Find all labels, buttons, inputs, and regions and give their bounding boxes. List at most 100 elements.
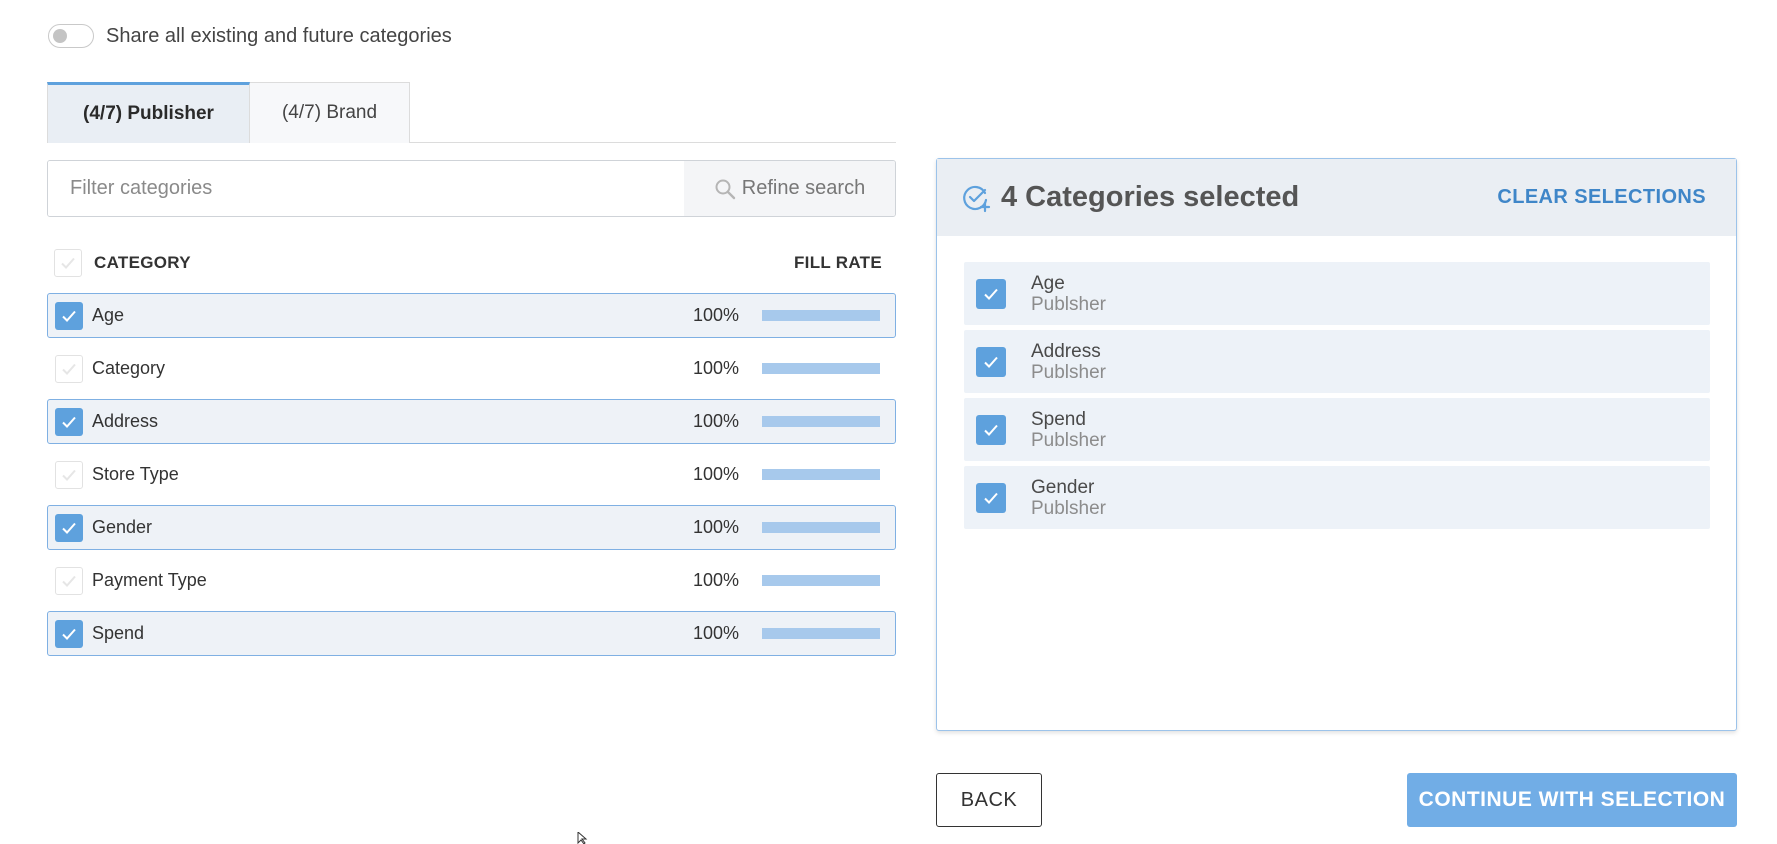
row-fill-rate: 100% [692,570,739,590]
row-checkbox[interactable] [55,354,83,383]
selection-count-title: 4 Categories selected [1001,181,1300,213]
check-icon [984,356,998,368]
fill-rate-bar-fill [762,575,880,586]
selected-item-source: Publsher [1031,293,1106,315]
category-table-body: Age 100% Category 100% Address 100% Store Type… [47,293,896,664]
fill-rate-bar-fill [762,469,880,480]
table-row[interactable]: Store Type 100% [47,452,896,497]
selected-item-name: Gender [1031,476,1095,498]
refine-search-label: Refine search [741,177,866,199]
check-icon [62,363,76,375]
check-icon [984,424,998,436]
row-checkbox[interactable] [55,301,83,330]
row-fill-rate: 100% [692,411,739,431]
selected-category-item[interactable]: Spend Publsher [964,398,1710,461]
row-category-label: Address [92,411,159,431]
toggle-knob [53,29,67,43]
tab-publisher[interactable]: (4/7) Publisher [47,82,250,143]
fill-rate-bar [762,363,880,374]
check-icon [62,416,76,428]
fill-rate-bar-fill [762,628,880,639]
back-button[interactable]: BACK [936,773,1042,827]
check-icon [62,522,76,534]
selected-item-source: Publsher [1031,497,1106,519]
check-circle-plus-icon [963,185,991,212]
selection-panel-header: 4 Categories selected CLEAR SELECTIONS [937,159,1736,236]
fill-rate-bar-fill [762,310,880,321]
row-category-label: Payment Type [92,570,207,590]
check-icon [62,310,76,322]
share-categories-row: Share all existing and future categories [48,24,452,48]
row-category-label: Store Type [92,464,179,484]
table-row[interactable]: Payment Type 100% [47,558,896,603]
row-checkbox[interactable] [55,407,83,436]
share-categories-label: Share all existing and future categories [106,24,452,47]
fill-rate-bar-fill [762,416,880,427]
fill-rate-bar [762,522,880,533]
selected-category-item[interactable]: Age Publsher [964,262,1710,325]
selected-item-text: Address Publsher [1031,341,1106,383]
fill-rate-bar [762,310,880,321]
selected-item-text: Age Publsher [1031,273,1106,315]
row-checkbox[interactable] [55,460,83,489]
filter-categories-input[interactable] [48,161,684,216]
tab-brand[interactable]: (4/7) Brand [250,82,410,143]
fill-rate-bar [762,575,880,586]
check-icon [62,469,76,481]
clear-selections-button[interactable]: CLEAR SELECTIONS [1497,186,1706,209]
selected-category-item[interactable]: Gender Publsher [964,466,1710,529]
selected-item-checkbox[interactable] [976,346,1006,377]
row-fill-rate: 100% [692,464,739,484]
row-category-label: Age [92,305,125,325]
fill-rate-bar [762,469,880,480]
category-table-header: CATEGORY FILL RATE [47,246,896,280]
selected-item-name: Address [1031,340,1101,362]
mouse-cursor-icon [577,832,588,844]
row-category-label: Gender [92,517,153,537]
table-row[interactable]: Age 100% [47,293,896,338]
fill-rate-bar-fill [762,363,880,374]
search-icon [715,179,735,199]
check-icon [62,575,76,587]
fill-rate-bar [762,628,880,639]
table-row[interactable]: Spend 100% [47,611,896,656]
check-icon [62,628,76,640]
selected-category-item[interactable]: Address Publsher [964,330,1710,393]
check-icon [61,257,75,269]
selected-categories-list: Age Publsher Address Publsher Spend Publsher G… [937,236,1736,529]
continue-with-selection-button[interactable]: CONTINUE WITH SELECTION [1407,773,1737,827]
selected-item-source: Publsher [1031,361,1106,383]
selected-item-name: Age [1031,272,1065,294]
row-fill-rate: 100% [692,305,739,325]
table-row[interactable]: Category 100% [47,346,896,391]
row-checkbox[interactable] [55,566,83,595]
filter-bar: Refine search [47,160,896,217]
share-categories-toggle[interactable] [48,24,94,48]
row-checkbox[interactable] [55,513,83,542]
selected-item-checkbox[interactable] [976,414,1006,445]
fill-rate-bar-fill [762,522,880,533]
row-category-label: Category [92,358,166,378]
select-all-checkbox[interactable] [54,249,82,277]
refine-search-button[interactable]: Refine search [684,161,895,216]
column-header-fill-rate: FILL RATE [793,253,882,272]
row-fill-rate: 100% [692,358,739,378]
selected-item-text: Spend Publsher [1031,409,1106,451]
check-icon [984,288,998,300]
selected-item-name: Spend [1031,408,1086,430]
source-tabs: (4/7) Publisher (4/7) Brand [47,82,896,143]
selection-panel: 4 Categories selected CLEAR SELECTIONS A… [936,158,1737,731]
check-icon [984,492,998,504]
row-fill-rate: 100% [692,517,739,537]
fill-rate-bar [762,416,880,427]
table-row[interactable]: Gender 100% [47,505,896,550]
row-checkbox[interactable] [55,619,83,648]
selected-item-checkbox[interactable] [976,278,1006,309]
selected-item-checkbox[interactable] [976,482,1006,513]
row-fill-rate: 100% [692,623,739,643]
selected-item-text: Gender Publsher [1031,477,1106,519]
selected-item-source: Publsher [1031,429,1106,451]
table-row[interactable]: Address 100% [47,399,896,444]
column-header-category: CATEGORY [94,253,191,272]
row-category-label: Spend [92,623,145,643]
